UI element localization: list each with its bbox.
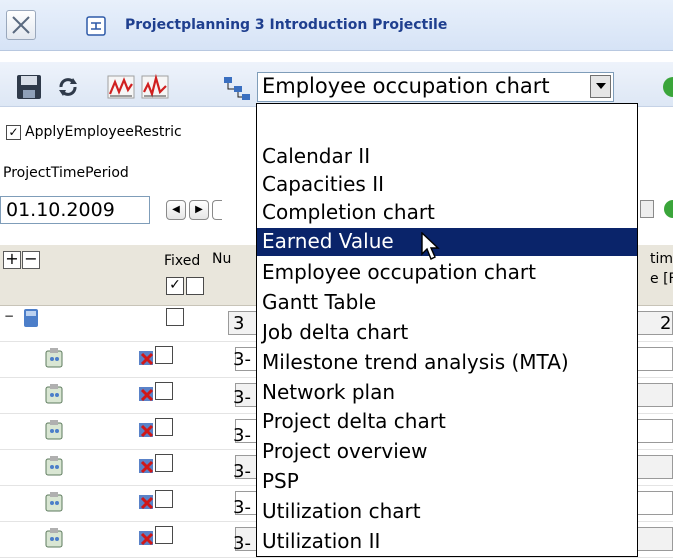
chart-button-1[interactable] [106, 72, 138, 104]
dropdown-option-selected[interactable]: Earned Value [262, 229, 394, 253]
fixed-checkbox[interactable] [155, 418, 173, 436]
dropdown-option[interactable]: Capacities II [262, 172, 384, 196]
close-button[interactable] [6, 10, 36, 40]
chevron-down-icon [595, 83, 606, 89]
right-column-header-2: e [F [650, 271, 673, 287]
task-icon [45, 492, 63, 512]
project-icon [24, 309, 38, 327]
dropdown-option[interactable]: Calendar II [262, 144, 370, 168]
plus-icon: + [5, 249, 19, 268]
refresh-icon [59, 78, 77, 96]
network-button[interactable] [222, 74, 252, 102]
row-number: 3- [233, 497, 251, 518]
mouse-cursor-icon [421, 232, 440, 260]
right-column-header-1: tima [650, 251, 673, 267]
number-column-header: Nu [212, 251, 232, 267]
apply-restriction-checkbox[interactable]: ✓ [6, 125, 21, 140]
remove-icon[interactable] [138, 457, 156, 475]
row-number: 3- [233, 461, 251, 482]
save-icon [17, 75, 41, 99]
calendar-button[interactable] [640, 200, 654, 218]
select-all-fixed-checkbox[interactable]: ✓ [166, 277, 184, 295]
save-button[interactable] [14, 72, 46, 104]
previous-button[interactable]: ◀ [166, 200, 186, 220]
row-number: 3- [233, 425, 251, 446]
apply-filter-button[interactable] [658, 198, 673, 220]
task-icon [45, 384, 63, 404]
next-button[interactable]: ▶ [189, 200, 209, 220]
date-button-partial[interactable] [212, 200, 222, 220]
dropdown-option[interactable]: Utilization II [262, 529, 380, 553]
dropdown-option[interactable]: Job delta chart [262, 320, 408, 344]
chart-type-combo-value: Employee occupation chart [262, 74, 550, 98]
fixed-checkbox[interactable] [166, 308, 184, 326]
remove-icon[interactable] [138, 493, 156, 511]
dropdown-option[interactable]: Utilization chart [262, 499, 421, 523]
collapse-all-button[interactable]: − [22, 251, 40, 269]
tree-icon [86, 16, 106, 36]
row-number: 3- [233, 349, 251, 370]
remove-icon[interactable] [138, 349, 156, 367]
chevron-left-icon: ◀ [172, 204, 180, 215]
remove-icon[interactable] [138, 421, 156, 439]
fixed-checkbox[interactable] [155, 490, 173, 508]
deselect-all-fixed-checkbox[interactable] [186, 277, 204, 295]
dropdown-option[interactable]: Employee occupation chart [262, 260, 536, 284]
row-value: 2 [660, 313, 672, 334]
network-icon [224, 77, 250, 100]
fixed-checkbox[interactable] [155, 526, 173, 544]
dropdown-option[interactable]: Completion chart [262, 200, 435, 224]
dropdown-option[interactable]: Project delta chart [262, 409, 446, 433]
chart-red-2-icon [141, 73, 169, 99]
chart-button-2[interactable] [140, 72, 172, 104]
fixed-checkbox[interactable] [155, 382, 173, 400]
dropdown-option[interactable]: Milestone trend analysis (MTA) [262, 350, 569, 374]
combo-dropdown-button[interactable] [590, 75, 611, 98]
tree-button[interactable] [84, 14, 108, 38]
task-icon [45, 456, 63, 476]
apply-restriction-label: ApplyEmployeeRestric [25, 124, 182, 140]
dropdown-option[interactable]: PSP [262, 469, 299, 493]
check-circle-icon [664, 200, 673, 218]
check-circle-icon [663, 77, 673, 97]
task-icon [45, 528, 63, 548]
remove-icon[interactable] [138, 529, 156, 547]
expand-all-button[interactable]: + [3, 251, 21, 269]
dropdown-option[interactable]: Project overview [262, 439, 427, 463]
collapse-row-icon[interactable]: − [4, 309, 14, 323]
dropdown-option[interactable]: Gantt Table [262, 290, 376, 314]
window-title: Projectplanning 3 Introduction Projectil… [125, 17, 448, 33]
task-icon [45, 420, 63, 440]
row-number: 3 [233, 313, 245, 334]
date-input-value: 01.10.2009 [6, 199, 115, 221]
fixed-checkbox[interactable] [155, 346, 173, 364]
fixed-column-header: Fixed [164, 253, 201, 269]
time-period-label: ProjectTimePeriod [3, 165, 129, 181]
task-icon [45, 348, 63, 368]
close-icon [12, 16, 30, 34]
remove-icon[interactable] [138, 385, 156, 403]
minus-icon: − [24, 249, 38, 268]
refresh-button[interactable] [53, 72, 85, 104]
fixed-checkbox[interactable] [155, 454, 173, 472]
chevron-right-icon: ▶ [195, 204, 203, 215]
dropdown-option[interactable]: Network plan [262, 380, 395, 404]
row-number: 3- [233, 533, 251, 554]
confirm-button[interactable] [655, 72, 673, 102]
row-number: 3- [233, 387, 251, 408]
chart-red-icon [107, 75, 135, 99]
